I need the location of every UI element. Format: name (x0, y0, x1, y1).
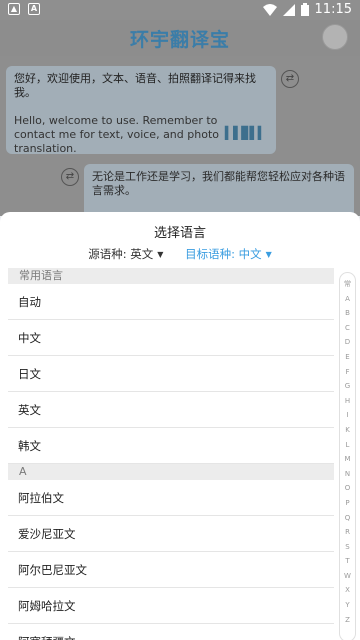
index-letter[interactable]: A (340, 292, 355, 307)
battery-icon (300, 3, 309, 16)
index-letter[interactable]: T (340, 554, 355, 569)
index-letter[interactable]: B (340, 306, 355, 321)
index-letter[interactable]: C (340, 321, 355, 336)
index-letter[interactable]: H (340, 394, 355, 409)
language-picker-sheet: 选择语言 源语种: 英文 ▼ 目标语种: 中文 ▼ 常用语言 自动 中文 日文 英文… (0, 212, 360, 640)
image-notification-icon: ▲ (8, 3, 20, 15)
index-letter[interactable]: M (340, 452, 355, 467)
language-selectors: 源语种: 英文 ▼ 目标语种: 中文 ▼ (0, 246, 360, 262)
index-letter[interactable]: E (340, 350, 355, 365)
section-header: 常用语言 (8, 268, 334, 284)
language-item[interactable]: 英文 (8, 392, 334, 428)
wifi-icon (262, 3, 277, 16)
avatar[interactable] (322, 24, 348, 50)
status-bar: ▲ A 11:15 (0, 0, 360, 20)
language-item[interactable]: 阿塞拜疆文 (8, 624, 334, 640)
swap-icon[interactable]: ⇄ (61, 168, 79, 186)
caret-down-icon: ▼ (157, 250, 164, 259)
target-language-selector[interactable]: 目标语种: 中文 ▼ (185, 247, 272, 261)
a-notification-icon: A (28, 3, 40, 15)
audio-wave-icon[interactable]: ▍▌▊▌▍ (225, 126, 267, 140)
index-letter[interactable]: Y (340, 598, 355, 613)
app-title: 环宇翻译宝 (129, 29, 230, 51)
chat-area: 您好，欢迎使用，文本、语音、拍照翻译记得来找我。 Hello, welcome … (0, 56, 360, 224)
language-item[interactable]: 爱沙尼亚文 (8, 516, 334, 552)
index-letter[interactable]: X (340, 583, 355, 598)
language-item[interactable]: 自动 (8, 284, 334, 320)
index-letter[interactable]: K (340, 423, 355, 438)
section-header: A (8, 464, 334, 480)
index-letter[interactable]: L (340, 438, 355, 453)
language-item[interactable]: 韩文 (8, 428, 334, 464)
source-language-selector[interactable]: 源语种: 英文 ▼ (88, 247, 163, 261)
index-letter[interactable]: R (340, 525, 355, 540)
caret-down-icon: ▼ (265, 250, 272, 259)
signal-icon (282, 3, 295, 16)
bubble-translated-text: Hello, welcome to use. Remember to conta… (14, 114, 219, 155)
app-header: 环宇翻译宝 (0, 20, 360, 56)
swap-icon[interactable]: ⇄ (281, 70, 299, 88)
index-letter[interactable]: Z (340, 613, 355, 628)
sheet-title: 选择语言 (153, 226, 206, 241)
chat-bubble-welcome[interactable]: 您好，欢迎使用，文本、语音、拍照翻译记得来找我。 Hello, welcome … (6, 66, 276, 155)
index-letter[interactable]: D (340, 335, 355, 350)
index-letter[interactable]: I (340, 408, 355, 423)
language-item[interactable]: 日文 (8, 356, 334, 392)
index-letter[interactable]: W (340, 569, 355, 584)
index-letter[interactable]: G (340, 379, 355, 394)
index-letter[interactable]: 常 (340, 277, 355, 292)
index-letter[interactable]: S (340, 540, 355, 555)
language-list[interactable]: 常用语言 自动 中文 日文 英文 韩文 A 阿拉伯文 爱沙尼亚文 阿尔巴尼亚文 … (8, 268, 334, 640)
bubble-source-text: 您好，欢迎使用，文本、语音、拍照翻译记得来找我。 (14, 72, 256, 99)
language-item[interactable]: 阿拉伯文 (8, 480, 334, 516)
index-letter[interactable]: Q (340, 511, 355, 526)
index-letter[interactable]: P (340, 496, 355, 511)
alphabet-index-bar[interactable]: 常ABCDEFGHIKLMNOPQRSTWXYZ (339, 272, 356, 640)
index-letter[interactable]: F (340, 365, 355, 380)
language-item[interactable]: 阿姆哈拉文 (8, 588, 334, 624)
index-letter[interactable]: N (340, 467, 355, 482)
index-letter[interactable]: O (340, 481, 355, 496)
language-item[interactable]: 中文 (8, 320, 334, 356)
bubble-source-text: 无论是工作还是学习，我们都能帮您轻松应对各种语言需求。 (92, 170, 345, 197)
clock: 11:15 (314, 2, 352, 17)
language-item[interactable]: 阿尔巴尼亚文 (8, 552, 334, 588)
